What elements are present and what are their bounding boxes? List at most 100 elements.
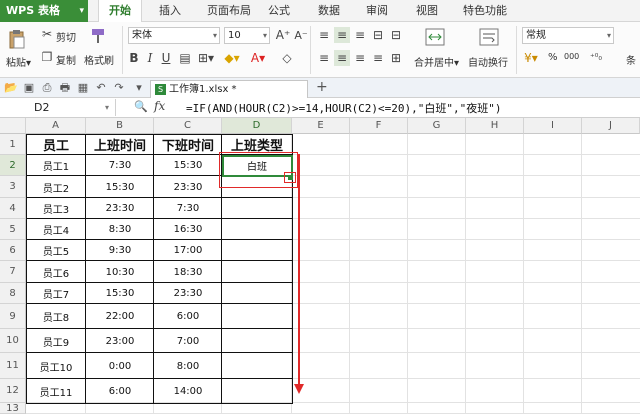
fill-handle-icon (288, 175, 293, 180)
tab-insert[interactable]: 插入 (152, 0, 188, 22)
column-header-j[interactable]: J (582, 118, 640, 134)
justify-icon[interactable]: ≡ (370, 50, 386, 66)
row-header-9[interactable]: 9 (0, 304, 26, 329)
fill-color-icon[interactable]: ◆▾ (222, 50, 242, 66)
document-tab[interactable]: S 工作簿1.xlsx * (150, 80, 308, 98)
column-header-a[interactable]: A (26, 118, 86, 134)
select-all-corner[interactable] (0, 118, 26, 134)
tab-formulas[interactable]: 公式 (262, 0, 296, 22)
align-center-icon[interactable]: ≡ (334, 50, 350, 66)
row-header-10[interactable]: 10 (0, 329, 26, 353)
merge-center-icon[interactable] (424, 26, 446, 48)
align-bottom-icon[interactable]: ≡ (352, 27, 368, 43)
distributed-icon[interactable]: ⊞ (388, 50, 404, 66)
row-header-3[interactable]: 3 (0, 176, 26, 198)
fx-icon[interactable]: fx (154, 99, 165, 113)
column-header-g[interactable]: G (408, 118, 466, 134)
column-header-h[interactable]: H (466, 118, 524, 134)
currency-icon[interactable]: ¥▾ (522, 50, 540, 66)
column-header-f[interactable]: F (350, 118, 408, 134)
conditional-format-button[interactable]: 条 (626, 52, 636, 67)
align-left-icon[interactable]: ≡ (316, 50, 332, 66)
document-tab-title: 工作簿1.xlsx * (169, 84, 237, 95)
app-menu-button[interactable]: WPS 表格 ▾ (0, 0, 88, 22)
tab-view[interactable]: 视图 (410, 0, 444, 22)
print-icon[interactable]: 🖶 (58, 81, 72, 95)
paste-button[interactable]: 粘贴▾ (6, 54, 31, 69)
align-right-icon[interactable]: ≡ (352, 50, 368, 66)
divider (516, 26, 517, 74)
row-header-13[interactable]: 13 (0, 403, 26, 414)
clear-format-icon[interactable]: ◇ (278, 50, 296, 66)
tab-data[interactable]: 数据 (312, 0, 346, 22)
redo-icon[interactable]: ↷ (112, 81, 126, 95)
bold-icon[interactable]: B (128, 50, 140, 66)
number-format-select[interactable]: 常规 ▾ (522, 27, 614, 44)
save-icon[interactable]: ▣ (22, 81, 36, 95)
tab-label: 开始 (109, 4, 131, 17)
font-color-icon[interactable]: A▾ (248, 50, 268, 66)
row-header-1[interactable]: 1 (0, 134, 26, 155)
tab-page-layout[interactable]: 页面布局 (200, 0, 258, 22)
merge-center-button[interactable]: 合并居中▾ (414, 54, 459, 69)
strikethrough-icon[interactable]: ▤ (178, 50, 192, 66)
italic-icon[interactable]: I (144, 50, 156, 66)
quick-access-bar: 📂 ▣ ⎙ 🖶 ▦ ↶ ↷ ▾ S 工作簿1.xlsx * + (0, 78, 640, 98)
column-header-b[interactable]: B (86, 118, 154, 134)
format-painter-button[interactable]: 格式刷 (84, 52, 114, 67)
print-preview-icon[interactable]: ⎙ (40, 81, 54, 95)
align-middle-icon[interactable]: ≡ (334, 27, 350, 43)
ribbon: 粘贴▾ ✂ 剪切 ❐ 复制 格式刷 宋体 ▾ 10 ▾ A⁺ A⁻ B I U ▤ … (0, 22, 640, 78)
row-header-12[interactable]: 12 (0, 379, 26, 403)
column-header-i[interactable]: I (524, 118, 582, 134)
row-header-5[interactable]: 5 (0, 219, 26, 240)
table-border (26, 282, 293, 283)
tab-label: 审阅 (366, 4, 388, 17)
row-header-4[interactable]: 4 (0, 198, 26, 219)
new-tab-icon[interactable]: + (316, 79, 328, 95)
cut-icon[interactable]: ✂ (40, 27, 54, 41)
tab-label: 页面布局 (207, 4, 251, 17)
format-painter-icon[interactable] (88, 26, 108, 46)
font-name-select[interactable]: 宋体 ▾ (128, 27, 220, 44)
decimal-icon[interactable]: ⁺⁰₀ (586, 50, 606, 66)
font-shrink-icon[interactable]: A⁻ (294, 27, 308, 43)
spreadsheet-grid[interactable]: ABCDEFGHIJ 1 2 3 4 5 6 7 8 9 10 11 12 13 员工 上班时间 下班时间 上班… (0, 118, 640, 414)
gridline (407, 134, 408, 414)
row-header-6[interactable]: 6 (0, 240, 26, 261)
wrap-text-button[interactable]: 自动换行 (468, 54, 508, 69)
wrap-text-icon[interactable] (478, 26, 500, 48)
indent-icon[interactable]: ⊟ (388, 27, 404, 43)
column-header-c[interactable]: C (154, 118, 222, 134)
row-header-11[interactable]: 11 (0, 353, 26, 379)
paste-icon[interactable] (6, 28, 28, 50)
fill-handle[interactable] (284, 172, 296, 183)
orientation-icon[interactable]: ⊟ (370, 27, 386, 43)
name-box[interactable]: D2 ▾ (0, 99, 116, 116)
border-icon[interactable]: ⊞▾ (196, 50, 216, 66)
column-header-d[interactable]: D (222, 118, 292, 134)
customize-icon[interactable]: ▾ (132, 81, 146, 95)
font-size-select[interactable]: 10 ▾ (224, 27, 270, 44)
export-icon[interactable]: ▦ (76, 81, 90, 95)
tab-special[interactable]: 特色功能 (456, 0, 514, 22)
formula-input[interactable]: =IF(AND(HOUR(C2)>=14,HOUR(C2)<=20),"白班",… (186, 100, 502, 116)
underline-icon[interactable]: U (160, 50, 172, 66)
undo-icon[interactable]: ↶ (94, 81, 108, 95)
align-top-icon[interactable]: ≡ (316, 27, 332, 43)
column-header-e[interactable]: E (292, 118, 350, 134)
cut-button[interactable]: 剪切 (56, 29, 76, 44)
tab-home[interactable]: 开始 (98, 0, 142, 23)
font-grow-icon[interactable]: A⁺ (276, 27, 291, 43)
comma-button[interactable]: 000 (564, 52, 579, 61)
copy-button[interactable]: 复制 (56, 52, 76, 67)
row-header-8[interactable]: 8 (0, 283, 26, 304)
tab-review[interactable]: 审阅 (360, 0, 394, 22)
tab-label: 插入 (159, 4, 181, 17)
percent-button[interactable]: % (548, 52, 558, 63)
zoom-icon[interactable]: 🔍 (134, 100, 148, 113)
row-header-2[interactable]: 2 (0, 155, 26, 176)
copy-icon[interactable]: ❐ (40, 50, 54, 64)
row-header-7[interactable]: 7 (0, 261, 26, 283)
open-folder-icon[interactable]: 📂 (4, 81, 18, 95)
